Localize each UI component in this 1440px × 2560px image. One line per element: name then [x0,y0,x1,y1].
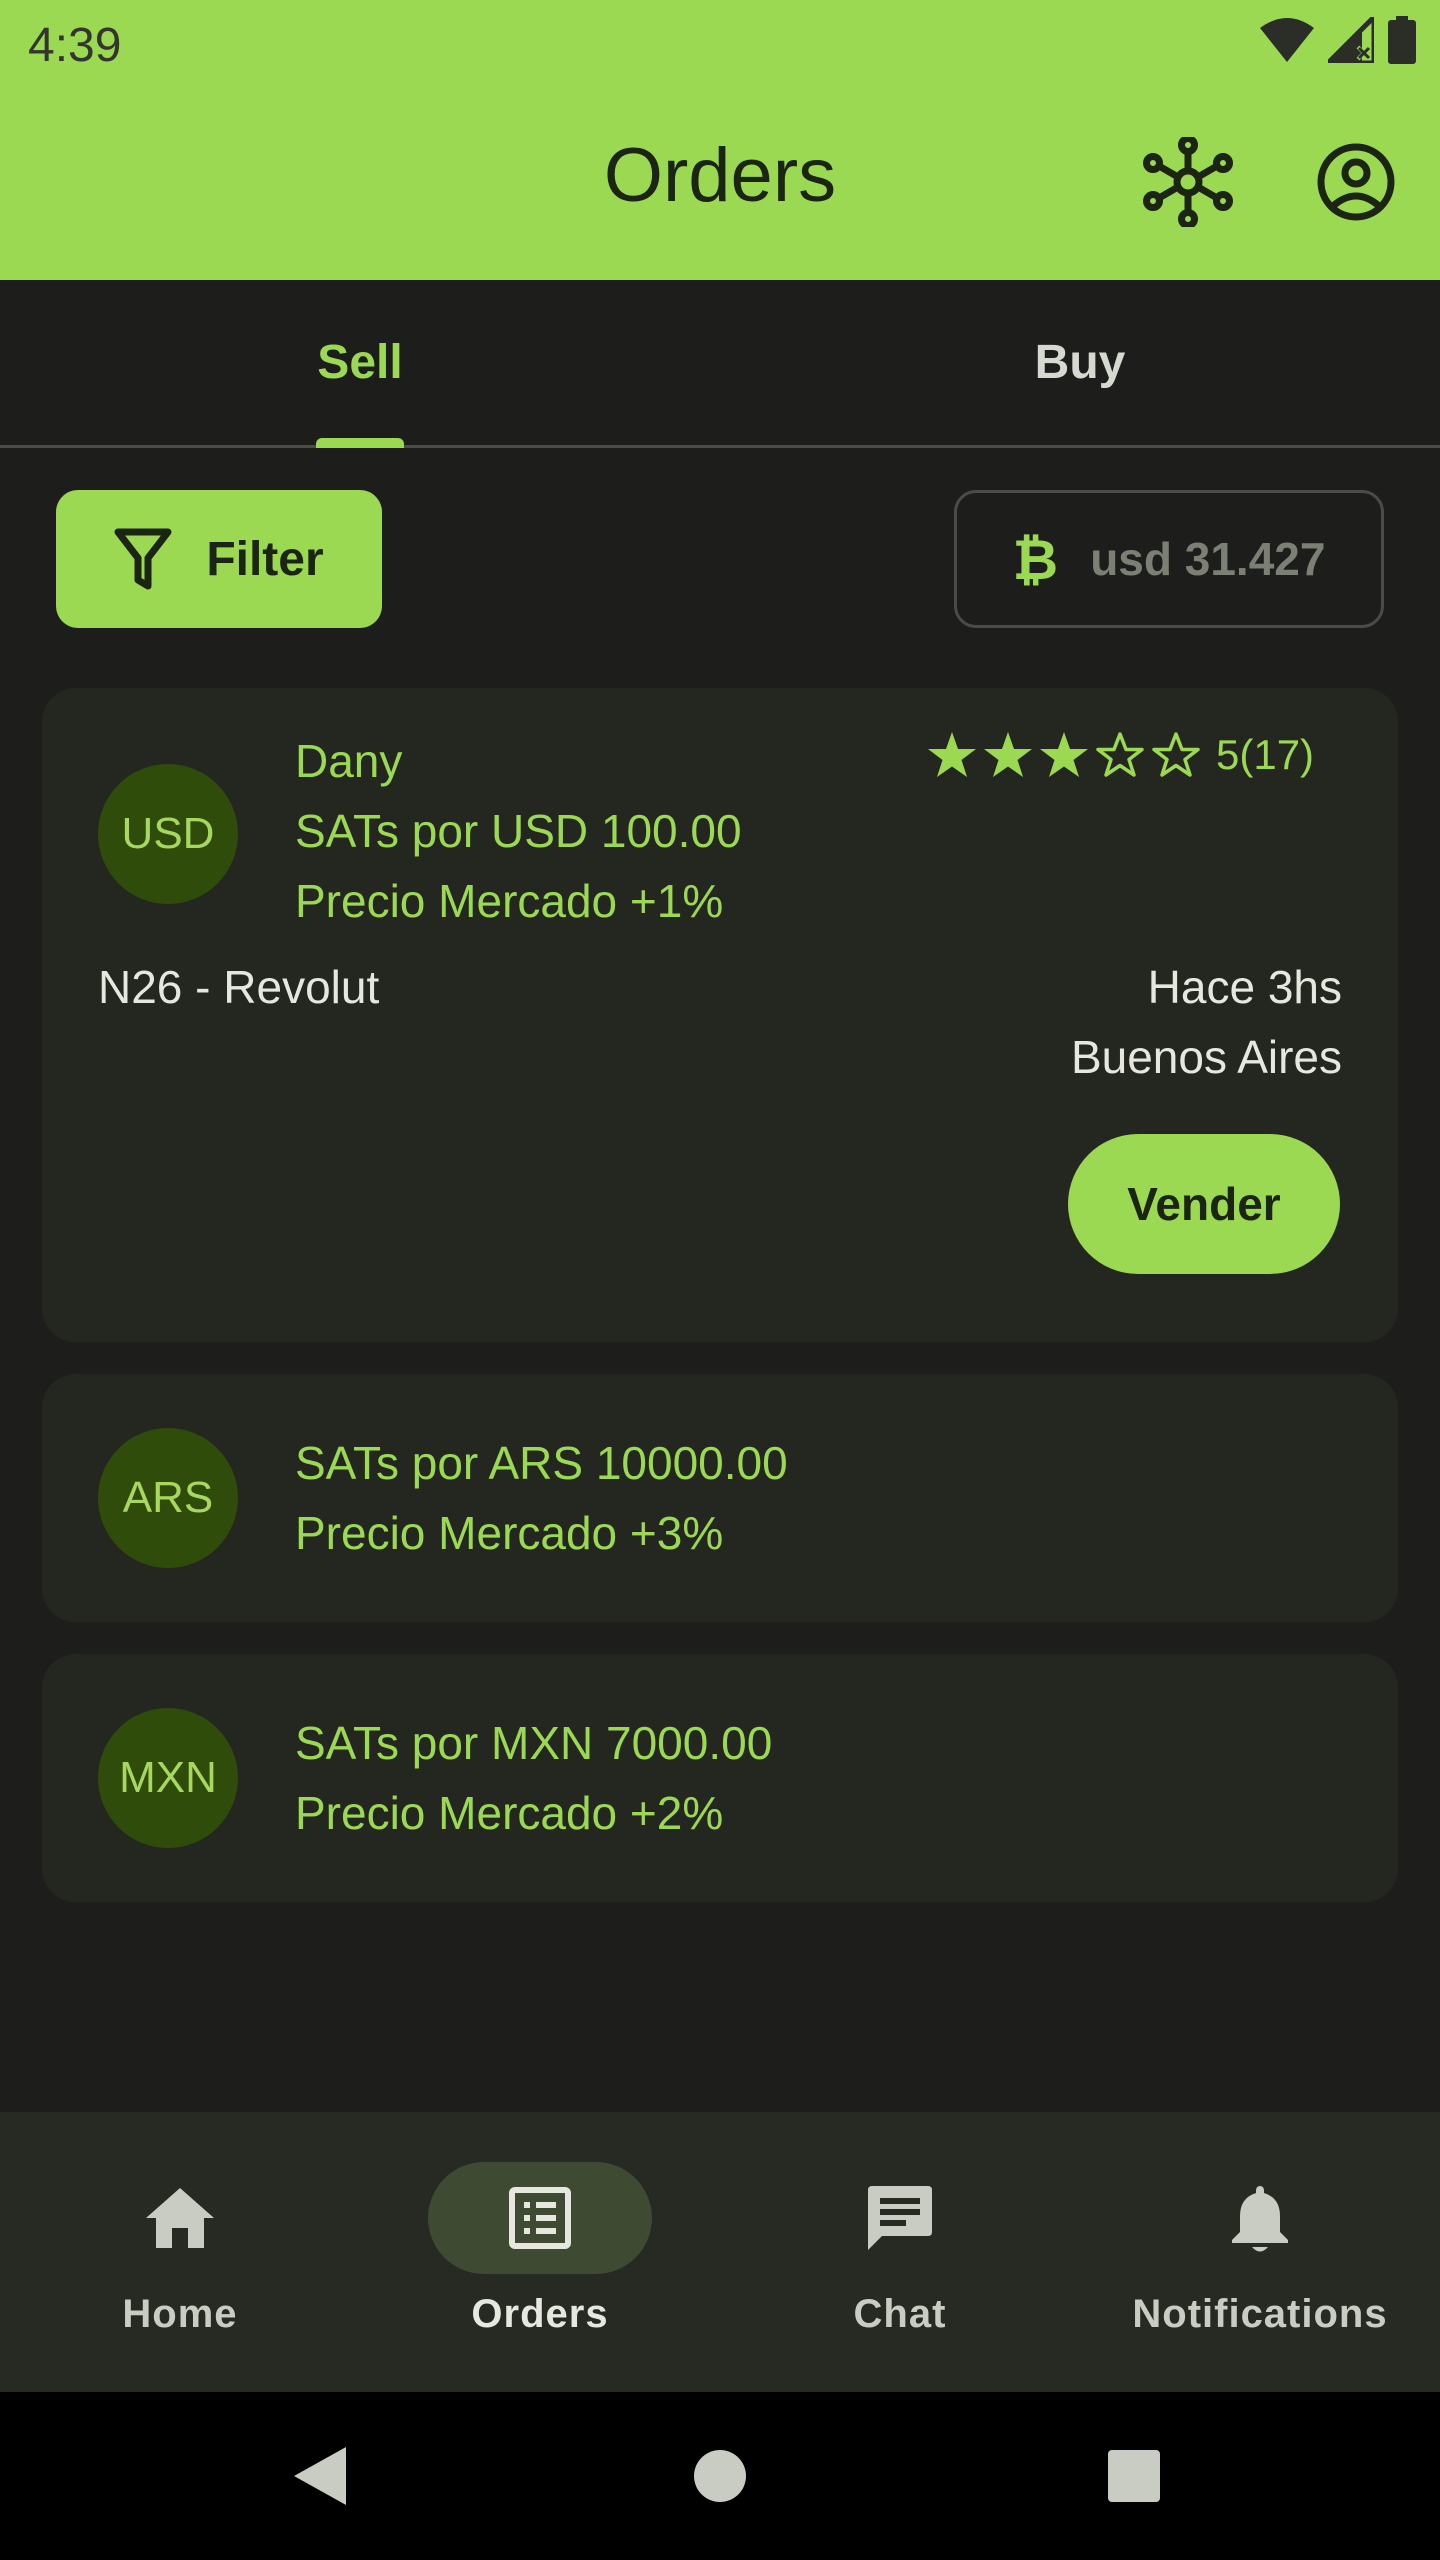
order-premium: Precio Mercado +3% [295,1507,724,1559]
star-outline-icon [1096,732,1144,777]
user-rating: 5(17) [926,730,1314,780]
list-alt-icon [360,2180,720,2256]
order-amount: SATs por USD 100.00 [295,805,742,857]
bottom-nav: Home Orders Chat Notifications [0,2112,1440,2392]
nav-label-home: Home [122,2292,238,2336]
home-icon [0,2180,360,2256]
tab-bar: Sell Buy [0,280,1440,448]
nav-label-orders: Orders [471,2292,609,2336]
account-circle-icon[interactable] [1308,134,1404,230]
nav-item-chat[interactable]: Chat [720,2112,1080,2392]
home-circle-icon[interactable] [660,2392,780,2560]
back-icon[interactable] [260,2392,380,2560]
order-amount: SATs por MXN 7000.00 [295,1717,773,1769]
star-filled-icon [928,732,976,777]
order-user: Dany [295,735,403,787]
bell-icon [1080,2180,1440,2256]
payment-methods: N26 - Revolut [98,961,380,1013]
wifi-icon [1260,18,1314,62]
btc-rate-value: usd 31.427 [1090,533,1326,585]
filter-button[interactable]: Filter [56,490,382,628]
order-location: Buenos Aires [1070,1031,1342,1083]
status-icons [1260,16,1416,64]
bitcoin-icon: ₿ [1012,527,1059,591]
chat-icon [720,2180,1080,2256]
cell-signal-icon [1328,17,1374,63]
app-bar: 4:39 Orders [0,0,1440,280]
tab-sell[interactable]: Sell [0,280,720,445]
battery-icon [1388,16,1416,64]
order-amount: SATs por ARS 10000.00 [295,1437,788,1489]
vender-button[interactable]: Vender [1068,1134,1340,1274]
hub-network-icon[interactable] [1140,134,1236,230]
order-premium: Precio Mercado +1% [295,875,724,927]
btc-rate-display: ₿ usd 31.427 [954,490,1384,628]
order-premium: Precio Mercado +2% [295,1787,724,1839]
star-filled-icon [984,732,1032,777]
order-time-ago: Hace 3hs [1147,961,1342,1013]
currency-avatar: USD [98,764,238,904]
recents-icon[interactable] [1074,2392,1194,2560]
order-card[interactable]: USD Dany SATs por USD 100.00 Precio Merc… [42,688,1398,1342]
tab-buy[interactable]: Buy [720,280,1440,445]
rating-text: 5(17) [1216,731,1315,778]
nav-item-home[interactable]: Home [0,2112,360,2392]
order-card[interactable]: MXN SATs por MXN 7000.00 Precio Mercado … [42,1654,1398,1902]
tab-indicator [316,438,404,448]
nav-item-notifications[interactable]: Notifications [1080,2112,1440,2392]
filter-label: Filter [206,532,324,586]
app-root: 4:39 Orders Sell Buy Filter ₿ usd 31.427… [0,0,1440,2560]
system-nav-bar [0,2392,1440,2560]
currency-avatar: ARS [98,1428,238,1568]
currency-avatar: MXN [98,1708,238,1848]
nav-item-orders[interactable]: Orders [360,2112,720,2392]
filter-funnel-icon [114,528,172,590]
nav-label-notifications: Notifications [1132,2292,1388,2336]
nav-label-chat: Chat [853,2292,947,2336]
status-time: 4:39 [28,19,122,72]
star-filled-icon [1040,732,1088,777]
star-outline-icon [1152,732,1200,777]
order-card[interactable]: ARS SATs por ARS 10000.00 Precio Mercado… [42,1374,1398,1622]
